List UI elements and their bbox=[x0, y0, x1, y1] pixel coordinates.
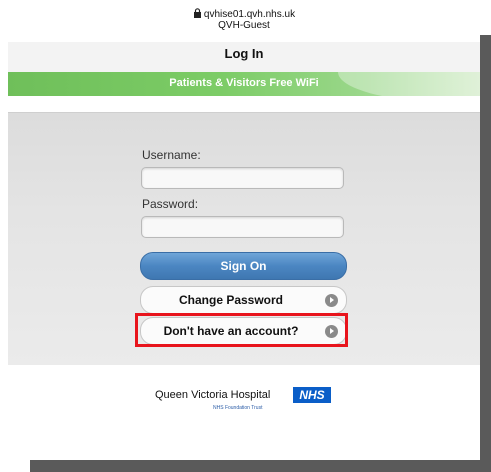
frame-shadow-bottom bbox=[30, 460, 491, 472]
status-bar: qvhise01.qvh.nhs.uk QVH-Guest bbox=[8, 0, 480, 42]
banner-text: Patients & Visitors Free WiFi bbox=[169, 77, 319, 89]
password-input[interactable] bbox=[141, 216, 344, 238]
change-password-button[interactable]: Change Password bbox=[140, 286, 347, 314]
trust-text: NHS Foundation Trust bbox=[213, 405, 263, 411]
nhs-logo: NHS bbox=[293, 387, 331, 403]
username-input[interactable] bbox=[141, 167, 344, 189]
page-title: Log In bbox=[224, 46, 264, 61]
frame-shadow-right bbox=[480, 35, 491, 472]
chevron-right-icon bbox=[325, 294, 338, 307]
browser-frame: qvhise01.qvh.nhs.uk QVH-Guest Log In Pat… bbox=[8, 0, 480, 460]
lock-icon bbox=[193, 8, 201, 18]
wifi-banner: Patients & Visitors Free WiFi bbox=[8, 72, 480, 96]
username-label: Username: bbox=[142, 148, 201, 162]
spacer bbox=[8, 96, 480, 112]
network-name: QVH-Guest bbox=[218, 20, 270, 31]
change-password-label: Change Password bbox=[178, 293, 284, 307]
footer bbox=[8, 365, 480, 460]
hospital-name: Queen Victoria Hospital bbox=[155, 389, 271, 401]
nav-bar: Log In bbox=[8, 42, 480, 73]
password-label: Password: bbox=[142, 197, 199, 211]
highlight-box bbox=[135, 313, 348, 347]
url-text: qvhise01.qvh.nhs.uk bbox=[203, 9, 296, 20]
url-line[interactable]: qvhise01.qvh.nhs.uk bbox=[8, 8, 480, 20]
sign-on-button[interactable]: Sign On bbox=[140, 252, 347, 280]
